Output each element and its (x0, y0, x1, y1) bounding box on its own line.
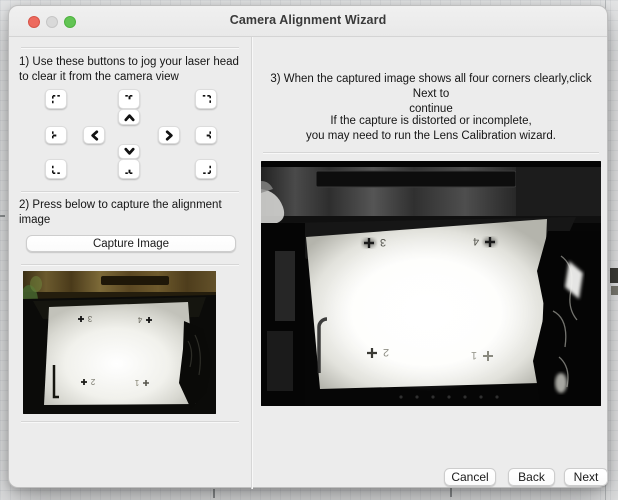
jog-corner-top-left-button[interactable] (45, 89, 67, 109)
separator (21, 264, 239, 265)
jog-left-button[interactable] (83, 126, 105, 144)
marker-digit: 3 (380, 236, 386, 248)
jog-corner-bottom-right-icon (200, 163, 213, 176)
background-grid-mark (213, 489, 215, 498)
step2-instructions: 2) Press below to capture the alignment … (19, 198, 245, 228)
jog-edge-left-icon (50, 129, 63, 142)
workspace-background: Camera Alignment Wizard 1) Use these but… (0, 0, 618, 500)
background-grid-mark (450, 488, 452, 497)
capture-image-button[interactable]: Capture Image (26, 235, 236, 252)
jog-corner-top-right-button[interactable] (195, 89, 217, 109)
marker-digit: 1 (134, 378, 139, 387)
jog-right-button[interactable] (158, 126, 180, 144)
back-button[interactable]: Back (508, 468, 555, 486)
jog-edge-top-button[interactable] (118, 89, 140, 109)
calibration-note: If the capture is distorted or incomplet… (263, 114, 599, 144)
step1-instructions: 1) Use these buttons to jog your laser h… (19, 55, 245, 85)
captured-image-large: 3 4 2 1 (261, 161, 601, 406)
jog-corner-top-right-icon (200, 93, 213, 106)
jog-corner-bottom-left-button[interactable] (45, 159, 67, 179)
jog-corner-bottom-left-icon (50, 163, 63, 176)
jog-up-button[interactable] (118, 109, 140, 125)
marker-digit: 2 (383, 346, 389, 358)
jog-edge-bottom-button[interactable] (118, 159, 140, 179)
separator (21, 421, 239, 422)
jog-arrow-up-icon (123, 112, 136, 123)
marker-digit: 2 (90, 377, 95, 386)
background-thumbnail-fragment (610, 268, 618, 283)
separator (21, 47, 239, 48)
jog-edge-right-icon (200, 129, 213, 142)
jog-edge-top-icon (123, 93, 136, 106)
jog-edge-left-button[interactable] (45, 126, 67, 144)
cancel-button[interactable]: Cancel (444, 468, 496, 486)
separator (263, 152, 599, 153)
titlebar[interactable]: Camera Alignment Wizard (9, 6, 607, 37)
marker-digit: 4 (473, 235, 479, 247)
marker-digit: 1 (471, 349, 477, 361)
next-button[interactable]: Next (564, 468, 608, 486)
jog-edge-right-button[interactable] (195, 126, 217, 144)
marker-digit: 3 (87, 314, 92, 323)
jog-corner-bottom-right-button[interactable] (195, 159, 217, 179)
window-title: Camera Alignment Wizard (9, 13, 607, 27)
jog-down-button[interactable] (118, 144, 140, 159)
background-thumbnail-fragment (611, 286, 618, 295)
panel-divider (251, 37, 252, 489)
captured-image-preview: 3 4 2 1 (23, 271, 216, 414)
jog-corner-top-left-icon (50, 93, 63, 106)
captured-photo-grayscale: 3 4 2 1 (261, 161, 601, 406)
background-ruler-tick (0, 215, 5, 217)
step3-instructions: 3) When the captured image shows all fou… (263, 72, 599, 117)
marker-digit: 4 (137, 315, 142, 324)
wizard-window: Camera Alignment Wizard 1) Use these but… (8, 5, 608, 488)
captured-photo-color: 3 4 2 1 (23, 271, 216, 414)
jog-arrow-left-icon (89, 129, 100, 142)
jog-arrow-right-icon (164, 129, 175, 142)
separator (21, 191, 239, 192)
jog-edge-bottom-icon (123, 163, 136, 176)
jog-arrow-down-icon (123, 146, 136, 157)
